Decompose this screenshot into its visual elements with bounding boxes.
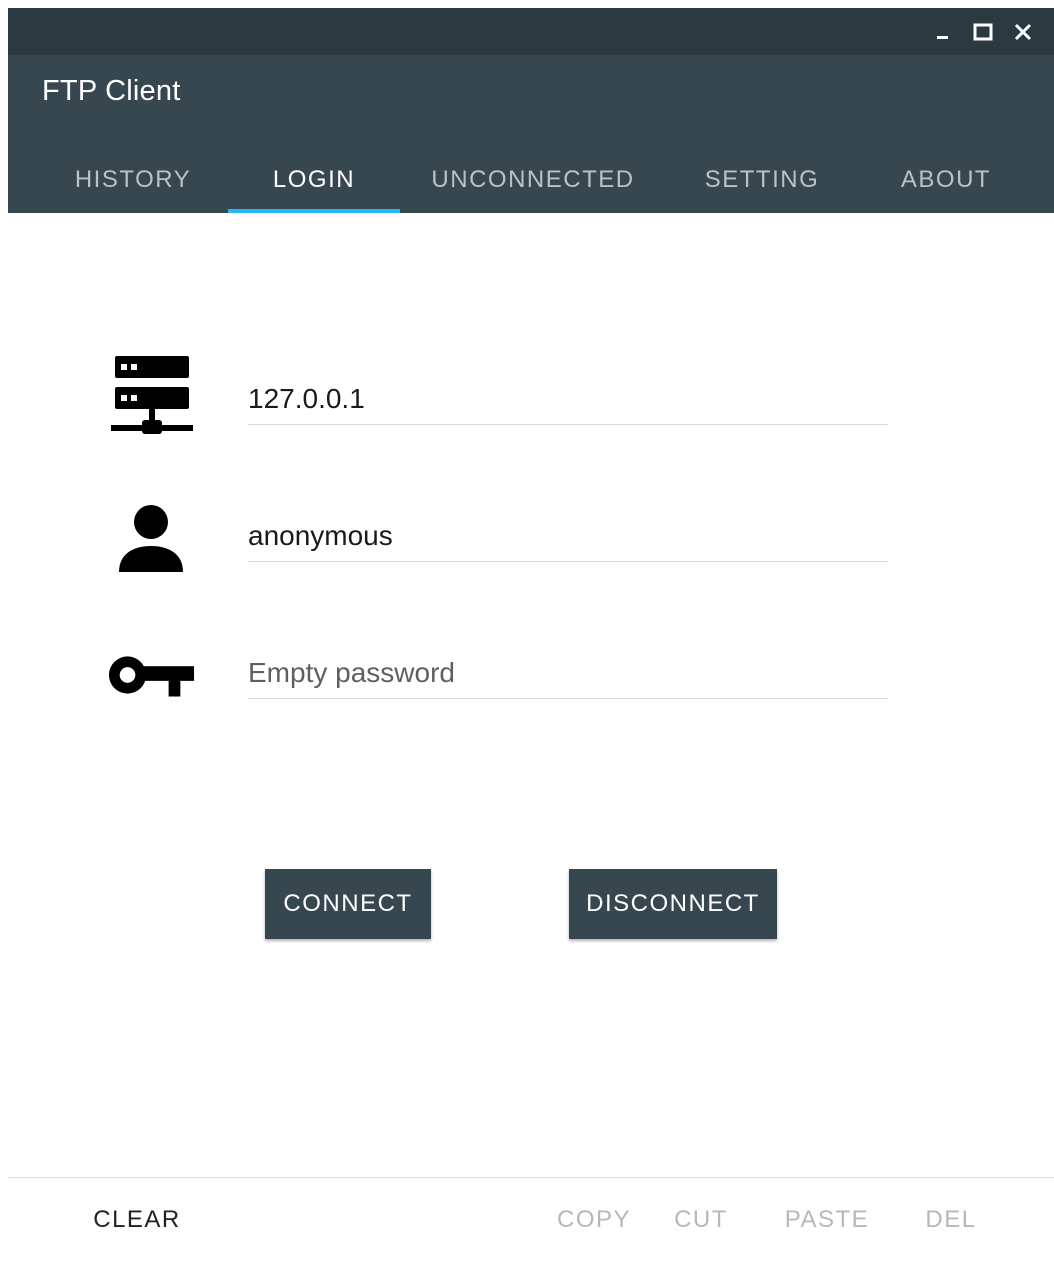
tab-about[interactable]: ABOUT [874, 147, 1018, 213]
password-input[interactable] [248, 648, 888, 699]
paste-button[interactable]: PASTE [776, 1200, 878, 1240]
disconnect-button[interactable]: DISCONNECT [569, 869, 777, 939]
copy-button[interactable]: COPY [548, 1200, 640, 1240]
tab-setting[interactable]: SETTING [684, 147, 840, 213]
app-bar: FTP Client HISTORY LOGIN UNCONNECTED SET… [8, 55, 1054, 213]
server-icon [106, 356, 196, 438]
title-bar[interactable] [8, 8, 1054, 55]
bottom-toolbar: CLEAR COPY CUT PASTE DEL [8, 1178, 1054, 1263]
app-title: FTP Client [42, 75, 181, 107]
close-icon[interactable] [1010, 19, 1036, 45]
app-window: FTP Client HISTORY LOGIN UNCONNECTED SET… [8, 8, 1054, 1263]
active-tab-indicator [228, 209, 400, 213]
tab-bar: HISTORY LOGIN UNCONNECTED SETTING ABOUT [8, 147, 1054, 213]
cut-button[interactable]: CUT [664, 1200, 738, 1240]
minimize-icon[interactable] [930, 19, 956, 45]
connect-button[interactable]: CONNECT [265, 869, 431, 939]
del-button[interactable]: DEL [918, 1200, 984, 1240]
username-input[interactable] [248, 511, 888, 562]
tab-unconnected[interactable]: UNCONNECTED [420, 147, 646, 213]
host-input[interactable] [248, 374, 888, 425]
person-icon [106, 498, 196, 578]
password-row [8, 635, 1054, 715]
window-controls [930, 8, 1036, 55]
clear-button[interactable]: CLEAR [82, 1200, 192, 1240]
username-row [8, 498, 1054, 578]
maximize-icon[interactable] [970, 19, 996, 45]
tab-history[interactable]: HISTORY [48, 147, 218, 213]
host-row [8, 356, 1054, 438]
key-icon [106, 635, 196, 715]
tab-login[interactable]: LOGIN [228, 147, 400, 213]
